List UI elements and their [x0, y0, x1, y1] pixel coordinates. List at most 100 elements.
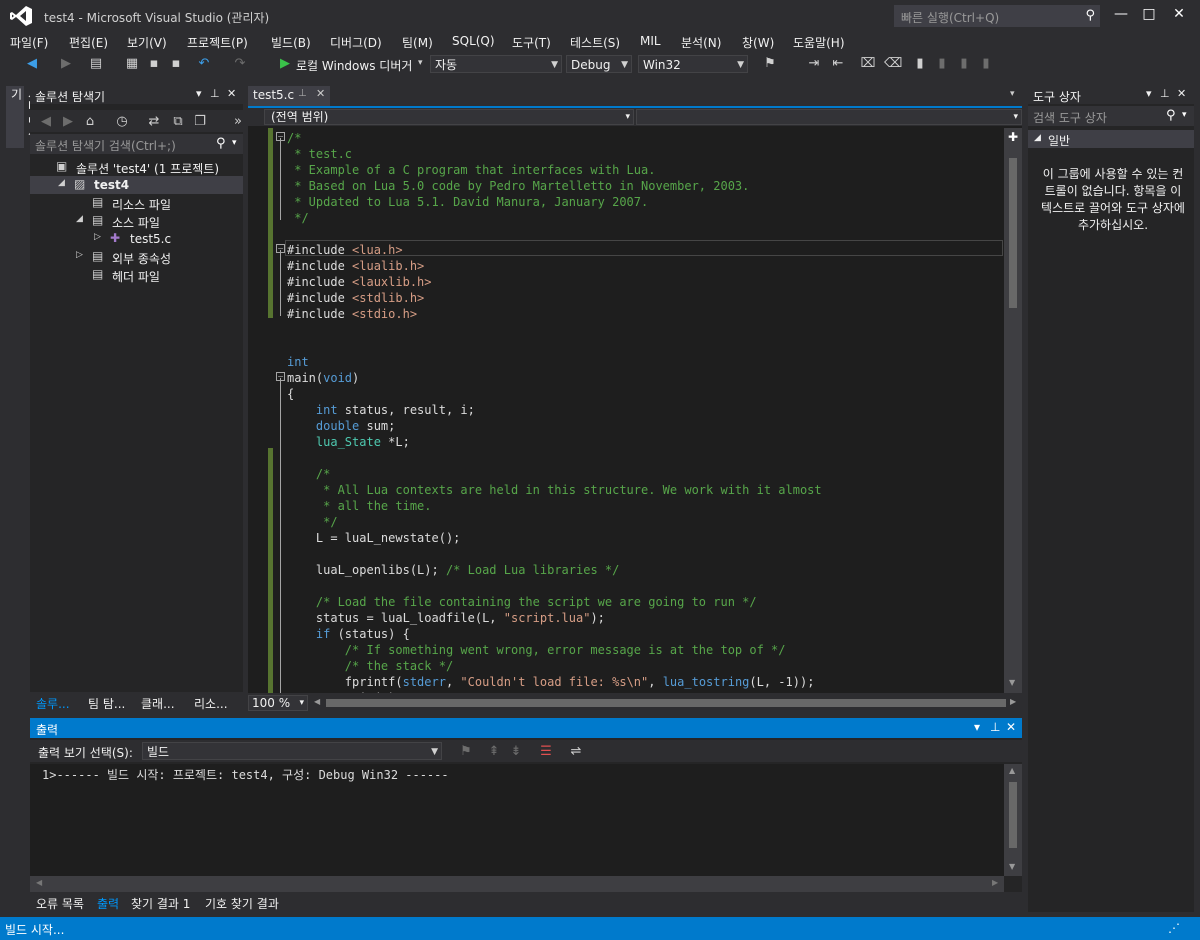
- tree-item[interactable]: ▣ 솔루션 'test4' (1 프로젝트): [30, 158, 243, 176]
- toolbox-group-general[interactable]: ◢ 일반: [1028, 130, 1194, 148]
- close-icon[interactable]: ✕: [227, 87, 236, 100]
- back-icon[interactable]: ◀: [38, 114, 54, 130]
- collapse-icon[interactable]: −: [276, 372, 285, 381]
- vertical-scrollbar[interactable]: ✚ ▼: [1004, 128, 1022, 693]
- close-icon[interactable]: ✕: [1006, 720, 1016, 734]
- horizontal-scrollbar[interactable]: ◀ ▶: [30, 876, 1004, 892]
- split-icon[interactable]: ✚: [1008, 130, 1018, 144]
- scroll-down-icon[interactable]: ▼: [1009, 862, 1015, 871]
- home-icon[interactable]: ⌂: [82, 114, 98, 130]
- menu-help[interactable]: 도움말(H): [793, 34, 845, 51]
- tree-item[interactable]: ◢ ▤ 소스 파일: [30, 212, 243, 230]
- menu-debug[interactable]: 디버그(D): [330, 34, 382, 51]
- menu-mil[interactable]: MIL: [640, 34, 661, 48]
- search-icon[interactable]: ⚲: [216, 136, 226, 151]
- quick-launch-input[interactable]: 빠른 실행(Ctrl+Q) ⚲: [894, 5, 1100, 27]
- window-position-icon[interactable]: ▾: [974, 720, 980, 734]
- tab-class-view[interactable]: 클래...: [141, 695, 175, 712]
- tree-item[interactable]: ▷ ▤ 외부 종속성: [30, 248, 243, 266]
- configuration-combo[interactable]: Debug ▼: [566, 55, 632, 73]
- minimize-button[interactable]: —: [1106, 4, 1136, 26]
- clear-all-icon[interactable]: ☰: [538, 744, 554, 760]
- comment-icon[interactable]: ⌧: [860, 56, 876, 72]
- solution-mode-combo[interactable]: 자동 ▼: [430, 55, 562, 73]
- tab-resource-view[interactable]: 리소...: [194, 695, 228, 712]
- collapse-icon[interactable]: −: [276, 244, 285, 253]
- outdent-icon[interactable]: ⇤: [830, 56, 846, 72]
- chevron-down-icon[interactable]: ▾: [418, 58, 423, 68]
- toolbox-search-input[interactable]: 검색 도구 상자 ⚲ ▾: [1028, 106, 1194, 126]
- scroll-thumb[interactable]: [326, 699, 1006, 707]
- new-project-icon[interactable]: ▤: [88, 56, 104, 72]
- tab-test5-c[interactable]: test5.c ⊥ ✕: [248, 86, 330, 106]
- chevron-down-icon[interactable]: ▾: [1182, 110, 1187, 120]
- scroll-left-icon[interactable]: ◀: [314, 697, 320, 706]
- menu-view[interactable]: 보기(V): [127, 34, 167, 51]
- resize-grip-icon[interactable]: ⋰: [1168, 921, 1180, 935]
- menu-project[interactable]: 프로젝트(P): [187, 34, 248, 51]
- solution-explorer-search-input[interactable]: 솔루션 탐색기 검색(Ctrl+;) ⚲ ▾: [30, 134, 243, 154]
- close-icon[interactable]: ✕: [1177, 87, 1186, 100]
- start-debugger-button[interactable]: 로컬 Windows 디버거: [296, 57, 412, 74]
- next-bookmark-icon[interactable]: ▮: [956, 56, 972, 72]
- menu-edit[interactable]: 편집(E): [69, 34, 108, 51]
- close-icon[interactable]: ✕: [316, 87, 325, 100]
- scroll-up-icon[interactable]: ▲: [1009, 766, 1015, 775]
- scroll-right-icon[interactable]: ▶: [1010, 697, 1016, 706]
- overflow-icon[interactable]: »: [230, 114, 246, 130]
- show-all-files-icon[interactable]: ❐: [192, 114, 208, 130]
- menu-sql[interactable]: SQL(Q): [452, 34, 495, 48]
- menu-tools[interactable]: 도구(T): [512, 34, 551, 51]
- pin-icon[interactable]: ⊥: [1160, 87, 1170, 100]
- output-source-combo[interactable]: 빌드 ▼: [142, 742, 442, 760]
- platform-combo[interactable]: Win32 ▼: [638, 55, 748, 73]
- chevron-down-icon[interactable]: ▾: [232, 138, 237, 148]
- scope-combo[interactable]: (전역 범위) ▾: [264, 109, 634, 125]
- collapse-icon[interactable]: ◢: [58, 178, 65, 188]
- menu-test[interactable]: 테스트(S): [570, 34, 620, 51]
- sync-icon[interactable]: ⇄: [146, 114, 162, 130]
- tab-error-list[interactable]: 오류 목록: [36, 895, 84, 912]
- scroll-thumb[interactable]: [1009, 158, 1017, 308]
- collapse-all-icon[interactable]: ⧉: [170, 114, 186, 130]
- menu-build[interactable]: 빌드(B): [271, 34, 311, 51]
- menu-file[interactable]: 파일(F): [10, 34, 48, 51]
- expand-icon[interactable]: ▷: [94, 232, 101, 242]
- search-icon[interactable]: ⚲: [1166, 108, 1176, 123]
- menu-team[interactable]: 팀(M): [402, 34, 433, 51]
- save-all-icon[interactable]: ▪: [168, 56, 184, 72]
- collapse-icon[interactable]: −: [276, 132, 285, 141]
- open-file-icon[interactable]: ▦: [124, 56, 140, 72]
- tab-team-explorer[interactable]: 팀 탐...: [88, 695, 125, 712]
- back-icon[interactable]: ◀: [24, 56, 40, 72]
- code-area[interactable]: − − − /* * test.c * Example of a C progr…: [248, 128, 1004, 693]
- tree-item[interactable]: ▷ ✚ test5.c: [30, 230, 243, 248]
- tab-solution-explorer[interactable]: 솔루...: [36, 695, 70, 712]
- server-explorer-tab[interactable]: 서버 탐색기: [6, 86, 40, 148]
- maximize-button[interactable]: □: [1134, 4, 1164, 26]
- tab-find-symbol-results[interactable]: 기호 찾기 결과: [205, 895, 279, 912]
- menu-analyze[interactable]: 분석(N): [681, 34, 721, 51]
- find-in-files-icon[interactable]: ⚑: [762, 56, 778, 72]
- expand-icon[interactable]: ▷: [76, 250, 83, 260]
- forward-icon[interactable]: ▶: [60, 114, 76, 130]
- pending-changes-icon[interactable]: ◷: [114, 114, 130, 130]
- clear-bookmarks-icon[interactable]: ▮: [978, 56, 994, 72]
- bookmark-icon[interactable]: ▮: [912, 56, 928, 72]
- window-position-icon[interactable]: ▾: [196, 87, 202, 100]
- scroll-down-icon[interactable]: ▼: [1009, 678, 1015, 687]
- word-wrap-icon[interactable]: ⇌: [568, 744, 584, 760]
- scroll-left-icon[interactable]: ◀: [36, 878, 42, 887]
- uncomment-icon[interactable]: ⌫: [884, 56, 902, 72]
- scroll-thumb[interactable]: [1009, 782, 1017, 848]
- menu-window[interactable]: 창(W): [742, 34, 774, 51]
- tab-output[interactable]: 출력: [97, 895, 119, 912]
- pin-icon[interactable]: ⊥: [990, 720, 1000, 734]
- tree-item[interactable]: ▤ 리소스 파일: [30, 194, 243, 212]
- redo-icon[interactable]: ↷: [232, 56, 248, 72]
- window-position-icon[interactable]: ▾: [1146, 87, 1152, 100]
- close-button[interactable]: ✕: [1164, 4, 1194, 26]
- scroll-right-icon[interactable]: ▶: [992, 878, 998, 887]
- find-message-icon[interactable]: ⚑: [458, 744, 474, 760]
- vertical-scrollbar[interactable]: ▲ ▼: [1004, 764, 1022, 876]
